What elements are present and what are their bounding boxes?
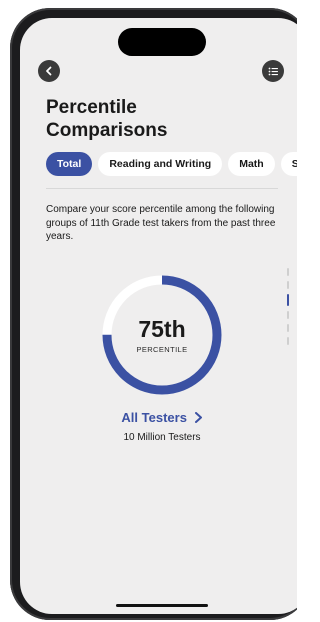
app-stage: Percentile Comparisons Total Reading and… xyxy=(0,0,297,622)
dynamic-island xyxy=(118,28,206,56)
phone-screen: Percentile Comparisons Total Reading and… xyxy=(20,18,297,614)
page-indicator-dot xyxy=(287,281,289,289)
page-title-line1: Percentile xyxy=(46,97,137,118)
all-testers-label: All Testers xyxy=(121,410,187,425)
subject-tabs: Total Reading and Writing Math Sci xyxy=(46,152,297,176)
page-indicator-dot xyxy=(287,268,289,276)
tab-reading-and-writing[interactable]: Reading and Writing xyxy=(98,152,223,176)
back-button[interactable] xyxy=(38,60,60,82)
page-indicator-dot xyxy=(287,337,289,345)
divider xyxy=(46,188,278,189)
all-testers-link[interactable]: All Testers xyxy=(20,410,297,425)
percentile-gauge: 75th PERCENTILE xyxy=(99,272,225,398)
chevron-left-icon xyxy=(46,66,52,76)
chevron-right-icon xyxy=(194,412,202,423)
page-indicator-dot-active xyxy=(287,294,289,306)
testers-count: 10 Million Testers xyxy=(123,432,201,443)
tab-math[interactable]: Math xyxy=(228,152,275,176)
tab-science[interactable]: Sci xyxy=(280,152,297,176)
page-indicator-dot xyxy=(287,324,289,332)
gauge-label: 75th PERCENTILE xyxy=(99,272,225,398)
percentile-value: 75th xyxy=(138,316,186,342)
list-icon xyxy=(268,67,278,75)
percentile-caption: PERCENTILE xyxy=(136,345,188,354)
menu-button[interactable] xyxy=(262,60,284,82)
description-text: Compare your score percentile among the … xyxy=(46,204,276,242)
page-title: Percentile Comparisons xyxy=(46,96,286,142)
home-indicator xyxy=(116,604,208,607)
page-indicator[interactable] xyxy=(287,268,290,345)
tab-total[interactable]: Total xyxy=(46,152,93,176)
page-indicator-dot xyxy=(287,311,289,319)
page-title-line2: Comparisons xyxy=(46,120,168,141)
